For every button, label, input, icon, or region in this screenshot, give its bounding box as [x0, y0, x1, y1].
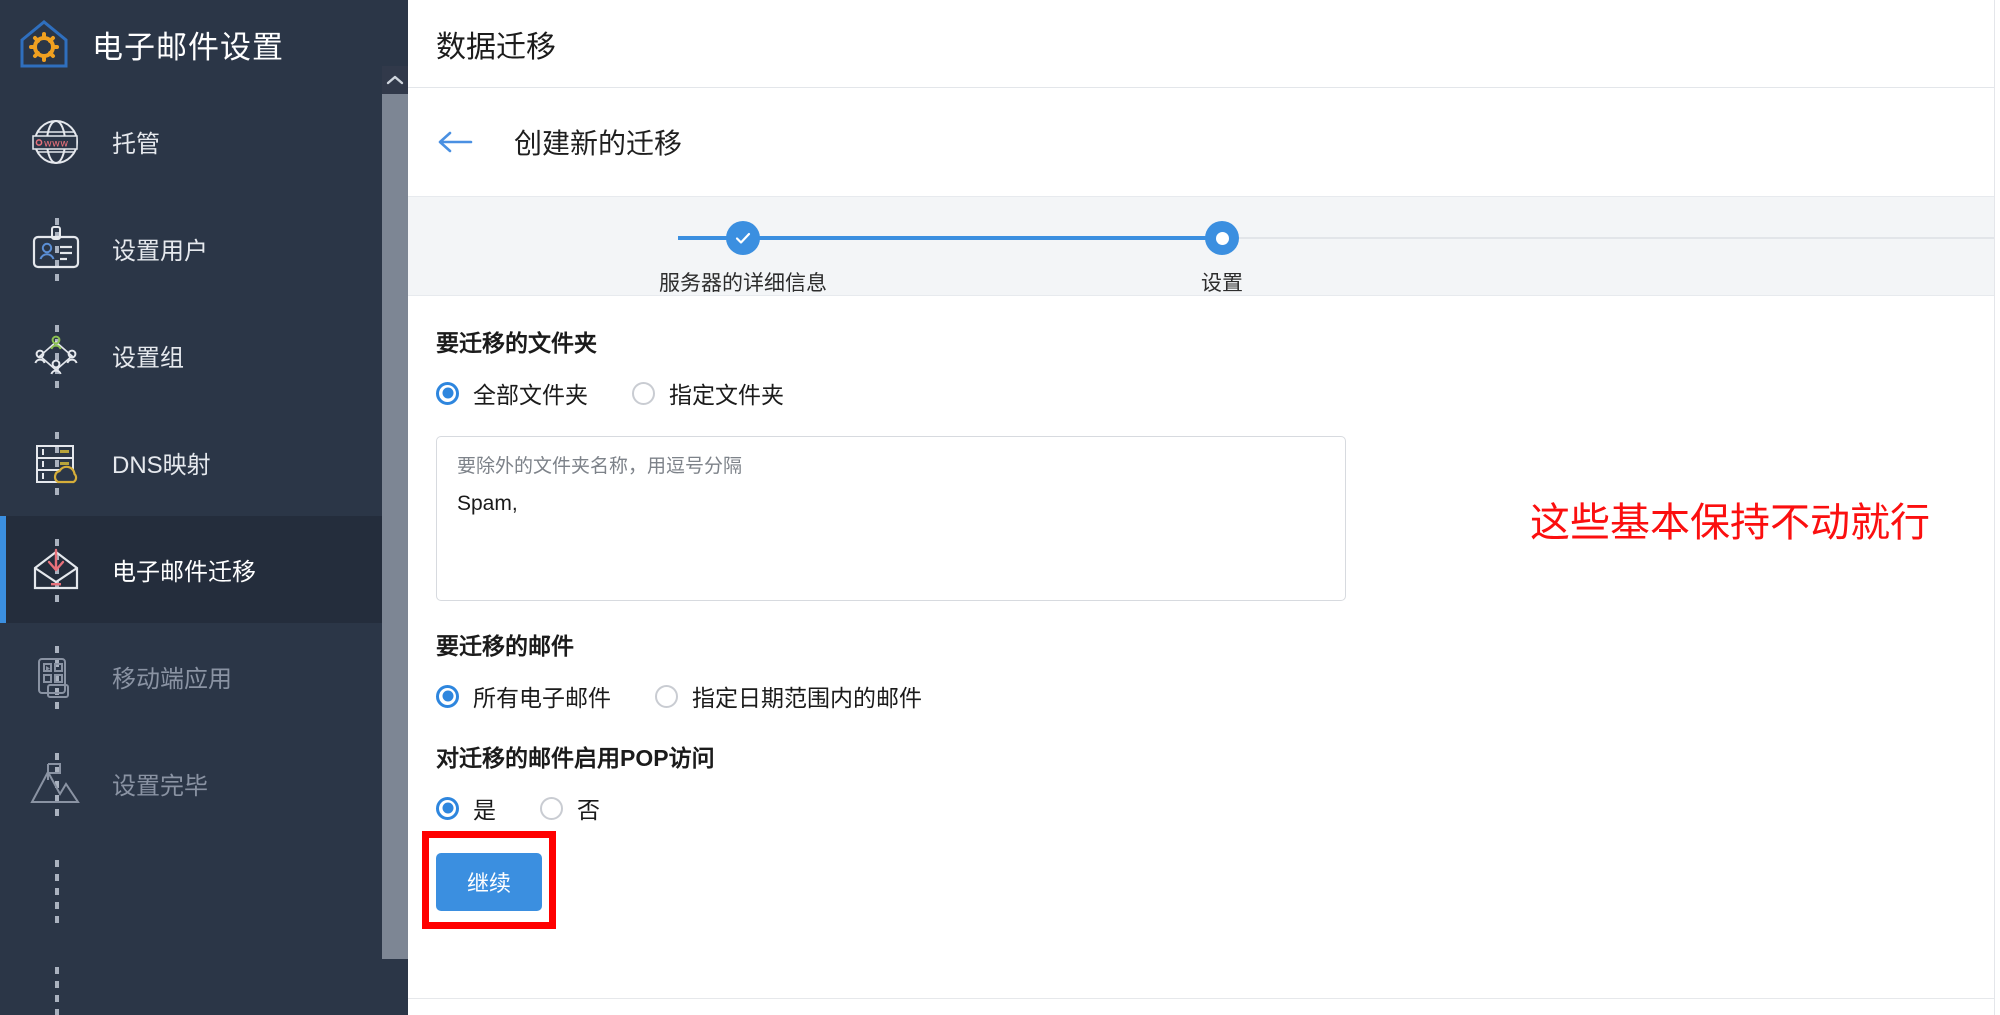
- mobile-apps-icon: [26, 647, 86, 707]
- radio-indicator[interactable]: [655, 684, 678, 708]
- chevron-up-icon[interactable]: [382, 66, 408, 94]
- exclude-folders-placeholder: 要除外的文件夹名称，用逗号分隔: [457, 456, 743, 477]
- sub-title: 创建新的迁移: [514, 128, 683, 159]
- check-icon: [726, 221, 760, 255]
- sidebar-item-label: 电子邮件迁移: [112, 559, 256, 586]
- stepper-step-server-details[interactable]: 服务器的详细信息: [659, 221, 827, 297]
- stepper-remaining-line: [1220, 237, 2000, 239]
- sidebar: 电子邮件设置 www 托管 设置用户 设置组 DNS映射 电子邮件迁移 移动端应…: [0, 0, 408, 1015]
- server-cloud-icon: [26, 433, 86, 493]
- radio-label: 否: [577, 797, 600, 823]
- sidebar-item-label: 托管: [112, 131, 160, 158]
- radio-label: 所有电子邮件: [473, 685, 611, 711]
- radio-label: 是: [473, 797, 496, 823]
- app-window: 电子邮件设置 www 托管 设置用户 设置组 DNS映射 电子邮件迁移 移动端应…: [0, 0, 2000, 1015]
- sidebar-item-dns-mapping[interactable]: DNS映射: [0, 409, 408, 516]
- continue-button-wrapper: 继续: [422, 831, 556, 929]
- nav-connector: [55, 967, 59, 1015]
- folders-radio-specific[interactable]: 指定文件夹: [632, 376, 784, 410]
- house-gear-icon: [16, 16, 72, 72]
- sidebar-brand: 电子邮件设置: [0, 0, 408, 88]
- sidebar-nav: www 托管 设置用户 设置组 DNS映射 电子邮件迁移 移动端应用 设置完毕: [0, 88, 408, 1015]
- radio-indicator[interactable]: [436, 381, 459, 405]
- pop-access-radio-no[interactable]: 否: [540, 791, 600, 825]
- migration-settings-form: 要迁移的文件夹 全部文件夹 指定文件夹 要除外的文件夹名称，用逗号分隔 Spam…: [408, 296, 2000, 929]
- mails-radio-group: 所有电子邮件 指定日期范围内的邮件: [436, 679, 2000, 713]
- globe-www-icon: www: [26, 112, 86, 172]
- arrow-left-icon[interactable]: [432, 122, 478, 162]
- sidebar-item-label: 移动端应用: [112, 666, 232, 693]
- page-title: 数据迁移: [436, 30, 556, 64]
- sub-header: 创建新的迁移: [408, 88, 2000, 196]
- user-group-network-icon: [26, 326, 86, 386]
- stepper-step-label: 设置: [1201, 272, 1243, 295]
- mountain-flag-icon: [26, 754, 86, 814]
- mails-radio-all[interactable]: 所有电子邮件: [436, 679, 611, 713]
- scrollbar-thumb[interactable]: [382, 94, 408, 959]
- radio-label: 全部文件夹: [473, 382, 588, 408]
- radio-indicator[interactable]: [632, 381, 655, 405]
- sidebar-item-setup-groups[interactable]: 设置组: [0, 302, 408, 409]
- pop-access-field-label: 对迁移的邮件启用POP访问: [436, 745, 715, 771]
- envelope-download-icon: [26, 540, 86, 600]
- sidebar-item-hosting[interactable]: www 托管: [0, 88, 408, 195]
- folders-field-label: 要迁移的文件夹: [436, 330, 597, 356]
- svg-text:www: www: [44, 138, 69, 149]
- sidebar-brand-title: 电子邮件设置: [92, 29, 284, 65]
- nav-connector: [55, 860, 59, 930]
- sidebar-item-setup-users[interactable]: 设置用户: [0, 195, 408, 302]
- sidebar-scrollbar[interactable]: [382, 66, 408, 1015]
- mails-field-label: 要迁移的邮件: [436, 633, 574, 659]
- bottom-divider: [408, 998, 2000, 999]
- pop-access-radio-group: 是 否: [436, 791, 2000, 825]
- sidebar-item-label: 设置完毕: [112, 773, 208, 800]
- exclude-folders-textarea[interactable]: 要除外的文件夹名称，用逗号分隔 Spam,: [436, 436, 1346, 601]
- sidebar-item-label: 设置组: [112, 345, 184, 372]
- pop-access-radio-yes[interactable]: 是: [436, 791, 496, 825]
- radio-indicator[interactable]: [436, 796, 459, 820]
- radio-indicator[interactable]: [436, 684, 459, 708]
- folders-radio-all[interactable]: 全部文件夹: [436, 376, 588, 410]
- sidebar-item-label: 设置用户: [112, 238, 208, 265]
- exclude-folders-value: Spam,: [457, 492, 518, 515]
- mails-radio-date-range[interactable]: 指定日期范围内的邮件: [655, 679, 922, 713]
- sidebar-item-label: DNS映射: [112, 452, 211, 479]
- sidebar-item-mobile-apps[interactable]: 移动端应用: [0, 623, 408, 730]
- dot-icon: [1205, 221, 1239, 255]
- stepper: 服务器的详细信息 设置: [408, 196, 2000, 296]
- id-card-icon: [26, 219, 86, 279]
- sidebar-item-setup-complete[interactable]: 设置完毕: [0, 730, 408, 837]
- folders-radio-group: 全部文件夹 指定文件夹: [436, 376, 2000, 410]
- stepper-step-label: 服务器的详细信息: [659, 272, 827, 295]
- radio-indicator[interactable]: [540, 796, 563, 820]
- annotation-text: 这些基本保持不动就行: [1530, 500, 1930, 546]
- right-edge-border: [1994, 0, 2000, 1015]
- continue-button[interactable]: 继续: [436, 853, 542, 911]
- page-header: 数据迁移: [408, 0, 2000, 88]
- radio-label: 指定日期范围内的邮件: [692, 685, 922, 711]
- stepper-step-settings[interactable]: 设置: [1201, 221, 1243, 297]
- radio-label: 指定文件夹: [669, 382, 784, 408]
- sidebar-item-email-migration[interactable]: 电子邮件迁移: [0, 516, 408, 623]
- main-content: 数据迁移 创建新的迁移 服务器的详细信息 设置 要迁移的文件夹 全部文件夹 指定…: [408, 0, 2000, 1015]
